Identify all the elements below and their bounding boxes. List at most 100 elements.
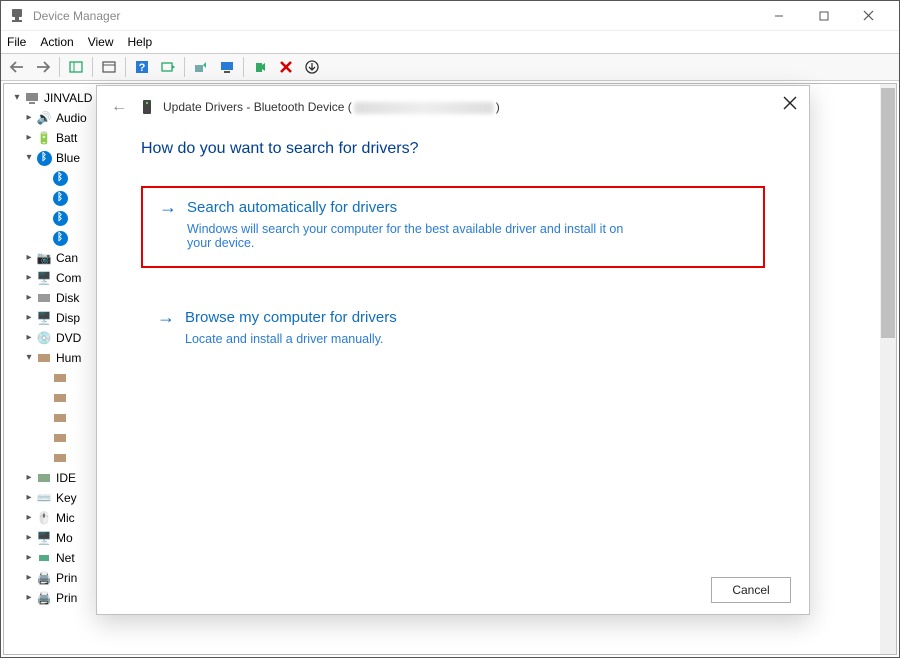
ide-icon [36,470,52,486]
chevron-right-icon: ▸ [22,268,36,288]
bluetooth-icon: ᛒ [52,210,68,226]
tree-item-label: Prin [56,588,77,608]
hid-icon [52,390,68,406]
dialog-heading: How do you want to search for drivers? [141,140,765,158]
menu-file[interactable]: File [7,35,26,49]
properties-button[interactable] [97,56,121,78]
option-desc: Locate and install a driver manually. [185,332,645,346]
chevron-right-icon: ▸ [22,328,36,348]
hid-icon [52,430,68,446]
option-browse[interactable]: → Browse my computer for drivers Locate … [141,298,765,362]
tree-item-label: Hum [56,348,81,368]
chevron-down-icon: ▾ [22,348,36,368]
chevron-right-icon: ▸ [22,548,36,568]
chevron-right-icon: ▸ [22,248,36,268]
tree-item-label: Mo [56,528,73,548]
close-button[interactable] [846,2,891,30]
tree-item-label: Prin [56,568,77,588]
chevron-right-icon: ▸ [22,308,36,328]
printer-icon: 🖨️ [36,590,52,606]
disk-icon [36,290,52,306]
tree-root-label: JINVALD [44,88,92,108]
tree-item-label: Batt [56,128,77,148]
menubar: File Action View Help [1,31,899,53]
tree-item-label: Mic [56,508,75,528]
chevron-down-icon: ▾ [10,88,24,108]
monitor-icon: 🖥️ [36,530,52,546]
menu-action[interactable]: Action [40,35,73,49]
bluetooth-icon: ᛒ [52,230,68,246]
chevron-right-icon: ▸ [22,108,36,128]
update-driver-button[interactable] [189,56,213,78]
monitor-icon: 🖥️ [36,270,52,286]
arrow-right-icon: → [159,198,177,216]
chevron-right-icon: ▸ [22,468,36,488]
app-icon [9,8,25,24]
bluetooth-icon: ᛒ [36,150,52,166]
bluetooth-icon: ᛒ [52,170,68,186]
speaker-icon: 🔊 [36,110,52,126]
battery-icon: 🔋 [36,130,52,146]
computer-icon [24,90,40,106]
down-button[interactable] [300,56,324,78]
hid-icon [52,370,68,386]
option-desc: Windows will search your computer for th… [187,222,647,250]
chevron-right-icon: ▸ [22,128,36,148]
bluetooth-icon: ᛒ [52,190,68,206]
svg-text:?: ? [139,62,146,74]
option-title-label: Search automatically for drivers [187,199,397,216]
menu-help[interactable]: Help [128,35,153,49]
chevron-right-icon: ▸ [22,488,36,508]
help-button[interactable]: ? [130,56,154,78]
scrollbar[interactable] [880,84,896,654]
show-hidden-button[interactable] [64,56,88,78]
tree-item-label: DVD [56,328,81,348]
option-search-auto[interactable]: → Search automatically for drivers Windo… [141,186,765,268]
device-icon [139,99,155,115]
cancel-button[interactable]: Cancel [711,577,791,603]
chevron-down-icon: ▾ [22,148,36,168]
tree-item-label: Audio [56,108,87,128]
enable-device-button[interactable] [248,56,272,78]
toolbar: ? [1,53,899,81]
dialog-header: ← Update Drivers - Bluetooth Device () [97,86,809,128]
forward-button[interactable] [31,56,55,78]
network-icon [36,550,52,566]
tree-item-label: Disp [56,308,80,328]
tree-item-label: Net [56,548,75,568]
dvd-icon: 💿 [36,330,52,346]
maximize-button[interactable] [801,2,846,30]
back-button[interactable] [5,56,29,78]
mouse-icon: 🖱️ [36,510,52,526]
printer-icon: 🖨️ [36,570,52,586]
window-title: Device Manager [33,9,120,23]
hid-icon [52,450,68,466]
blurred-text [354,102,494,114]
minimize-button[interactable] [756,2,801,30]
close-icon[interactable] [783,96,797,115]
menu-view[interactable]: View [88,35,114,49]
tree-item-label: Blue [56,148,80,168]
keyboard-icon: ⌨️ [36,490,52,506]
tree-item-label: Disk [56,288,79,308]
hid-icon [36,350,52,366]
titlebar: Device Manager [1,1,899,31]
tree-item-label: IDE [56,468,76,488]
monitor-button[interactable] [215,56,239,78]
chevron-right-icon: ▸ [22,588,36,608]
uninstall-button[interactable] [274,56,298,78]
tree-item-label: Key [56,488,77,508]
scan-hardware-button[interactable] [156,56,180,78]
tree-item-label: Can [56,248,78,268]
hid-icon [52,410,68,426]
display-icon: 🖥️ [36,310,52,326]
option-title-label: Browse my computer for drivers [185,309,397,326]
chevron-right-icon: ▸ [22,508,36,528]
arrow-right-icon: → [157,308,175,326]
camera-icon: 📷 [36,250,52,266]
update-drivers-dialog: ← Update Drivers - Bluetooth Device () H… [96,85,810,615]
chevron-right-icon: ▸ [22,288,36,308]
back-arrow-icon[interactable]: ← [111,98,129,116]
dialog-title: Update Drivers - Bluetooth Device () [163,100,500,114]
chevron-right-icon: ▸ [22,528,36,548]
